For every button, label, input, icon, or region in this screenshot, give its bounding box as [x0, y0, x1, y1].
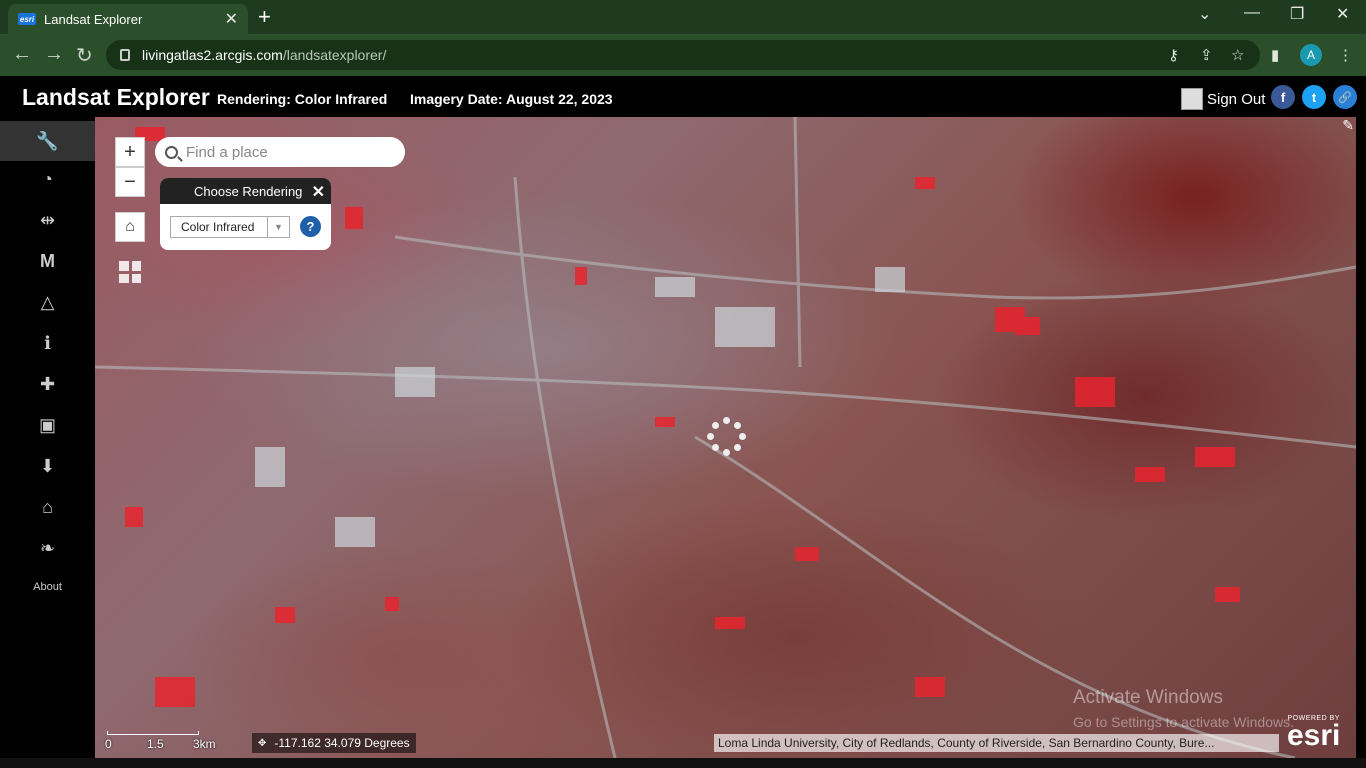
new-tab-icon[interactable]: +	[258, 5, 271, 29]
lock-icon	[120, 49, 130, 61]
browser-tab-bar: esri Landsat Explorer ✕ + ⌄ — ❐ ✕	[0, 0, 1366, 34]
url-path: /landsatexplorer/	[282, 47, 387, 63]
user-avatar	[1181, 88, 1203, 110]
url-host: livingatlas2.arcgis.com	[142, 47, 283, 63]
scale-bar: 0 1.5 3km	[103, 731, 243, 751]
sidebar-about-link[interactable]: About	[0, 581, 95, 593]
coordinate-readout[interactable]: ✥ -117.162 34.079 Degrees	[252, 733, 416, 753]
close-tab-icon[interactable]: ✕	[225, 9, 238, 29]
sidebar-item-save[interactable]: ▣	[0, 405, 95, 445]
bottom-strip	[0, 758, 1366, 768]
chevron-down-icon: ▼	[267, 217, 289, 237]
activate-windows-hint: Go to Settings to activate Windows.	[1073, 714, 1294, 730]
graduation-cap-icon: ⌂	[42, 496, 53, 517]
search-box[interactable]	[155, 137, 405, 167]
zoom-in-button[interactable]: +	[115, 137, 145, 167]
save-icon: ▣	[38, 414, 56, 435]
activate-windows-watermark: Activate Windows	[1073, 687, 1223, 708]
rendering-select-value: Color Infrared	[181, 220, 255, 234]
app-title: Landsat Explorer	[22, 84, 210, 110]
sidebar-item-swipe[interactable]: ⇹	[0, 200, 95, 240]
imagery-date-label: Imagery Date: August 22, 2023	[410, 91, 613, 107]
loading-spinner-icon	[707, 417, 747, 457]
sidebar-item-tools[interactable]: 🔧	[0, 121, 95, 161]
clock-icon: ◔	[42, 168, 53, 189]
tool-sidebar: 🔧 ◔ ⇹ M △ ℹ ✚ ▣ ⬇ ⌂ ❧ About	[0, 117, 95, 758]
url-bar[interactable]: livingatlas2.arcgis.com/landsatexplorer/	[106, 40, 1260, 70]
sidebar-item-leaf[interactable]: ❧	[0, 528, 95, 568]
help-icon[interactable]: ?	[300, 216, 321, 237]
crosshair-icon: ✥	[258, 737, 267, 749]
scale-label-1: 1.5	[147, 737, 164, 751]
close-icon[interactable]: ✕	[312, 182, 325, 202]
info-icon: ℹ	[44, 332, 51, 353]
sidebar-item-m[interactable]: M	[0, 241, 95, 281]
sidebar-item-time[interactable]: ◔	[0, 159, 95, 199]
sign-out-link[interactable]: Sign Out	[1207, 91, 1265, 108]
wrench-icon: 🔧	[36, 130, 59, 151]
download-icon: ⬇	[39, 455, 56, 476]
esri-logo[interactable]: POWERED BY esri	[1287, 715, 1341, 752]
home-button[interactable]: ⌂	[115, 212, 145, 242]
facebook-icon[interactable]: f	[1271, 85, 1295, 109]
search-input[interactable]	[186, 143, 386, 161]
search-icon	[165, 145, 178, 159]
share-icon[interactable]: ⇪	[1200, 46, 1213, 64]
sidebar-item-education[interactable]: ⌂	[0, 487, 95, 527]
zoom-out-button[interactable]: −	[115, 167, 145, 197]
triangle-icon: △	[40, 291, 55, 312]
sidebar-item-add-book[interactable]: ✚	[0, 364, 95, 404]
menu-kebab-icon[interactable]: ⋮	[1338, 46, 1353, 64]
leaf-icon: ❧	[39, 537, 56, 558]
profile-avatar[interactable]: A	[1300, 44, 1322, 66]
side-panel-icon[interactable]: ▮	[1271, 46, 1279, 64]
book-plus-icon: ✚	[39, 373, 56, 394]
forward-icon[interactable]: →	[44, 43, 64, 66]
app-header: Landsat Explorer Rendering: Color Infrar…	[0, 76, 1366, 117]
basemap-grid-icon[interactable]	[119, 261, 141, 283]
home-icon: ⌂	[125, 218, 135, 235]
esri-wordmark: esri	[1287, 719, 1341, 752]
rendering-panel-title: Choose Rendering	[160, 178, 331, 204]
minimize-icon[interactable]: —	[1244, 4, 1260, 22]
map-attribution: Loma Linda University, City of Redlands,…	[714, 734, 1279, 752]
rendering-label: Rendering: Color Infrared	[217, 91, 388, 107]
swipe-icon: ⇹	[39, 209, 56, 230]
satellite-map[interactable]: + − ⌂ Choose Rendering ✕ Color Infrared …	[95, 117, 1356, 758]
restore-icon[interactable]: ❐	[1290, 4, 1304, 24]
coordinate-text: -117.162 34.079 Degrees	[274, 736, 410, 750]
back-icon[interactable]: ←	[12, 43, 32, 66]
edit-icon[interactable]: ✎	[1342, 117, 1354, 134]
sidebar-item-info[interactable]: ℹ	[0, 323, 95, 363]
window-close-icon[interactable]: ✕	[1336, 4, 1349, 24]
m-icon: M	[40, 250, 55, 271]
bookmark-star-icon[interactable]: ☆	[1231, 46, 1244, 64]
sidebar-item-download[interactable]: ⬇	[0, 446, 95, 486]
scale-label-2: 3km	[193, 737, 216, 751]
tab-search-chevron-icon[interactable]: ⌄	[1198, 4, 1211, 24]
tab-title: Landsat Explorer	[44, 11, 143, 27]
rendering-select[interactable]: Color Infrared ▼	[170, 216, 290, 238]
esri-favicon-icon: esri	[18, 13, 36, 25]
scale-label-0: 0	[105, 737, 112, 751]
sidebar-item-triangle[interactable]: △	[0, 282, 95, 322]
rendering-panel: Choose Rendering ✕ Color Infrared ▼ ?	[160, 178, 331, 250]
twitter-icon[interactable]: t	[1302, 85, 1326, 109]
browser-tab[interactable]: esri Landsat Explorer ✕	[8, 4, 248, 34]
reload-icon[interactable]: ↻	[76, 43, 93, 68]
share-link-icon[interactable]: 🔗	[1333, 85, 1357, 109]
key-icon[interactable]: ⚷	[1168, 46, 1179, 64]
address-bar-row: ← → ↻ livingatlas2.arcgis.com/landsatexp…	[0, 34, 1366, 76]
